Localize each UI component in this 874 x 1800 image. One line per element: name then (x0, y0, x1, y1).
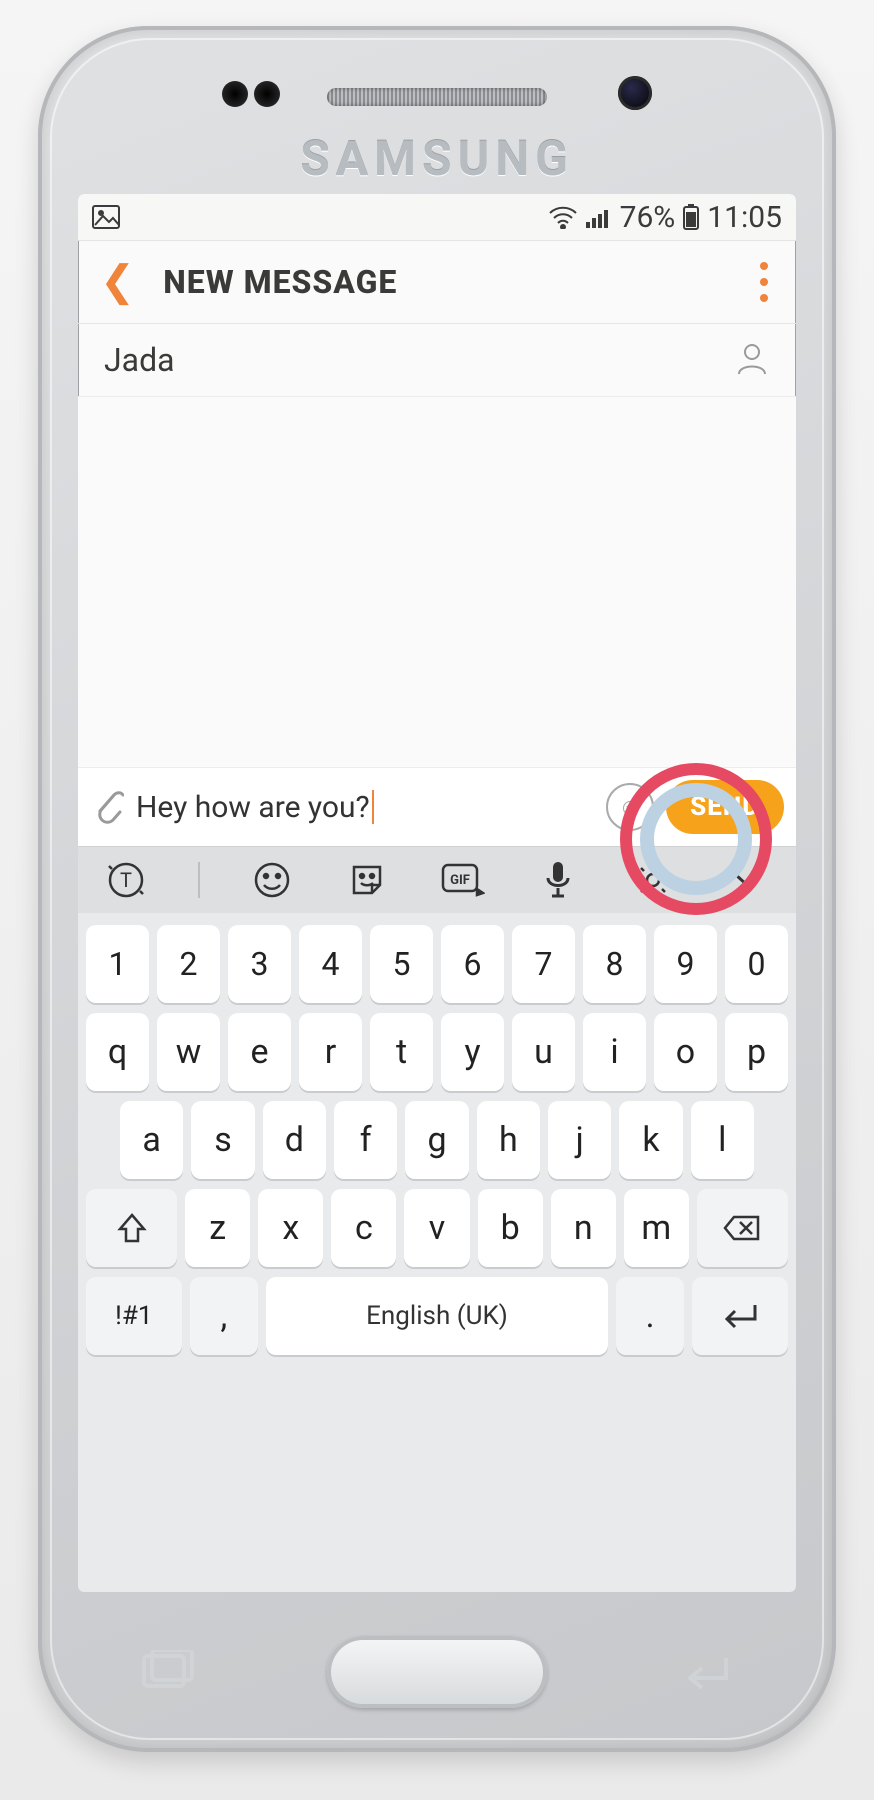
key-0[interactable]: 0 (725, 925, 788, 1003)
key-f[interactable]: f (334, 1101, 397, 1179)
key-4[interactable]: 4 (299, 925, 362, 1003)
key-b[interactable]: b (478, 1189, 543, 1267)
phone-frame: SAMSUNG 76% (38, 26, 836, 1752)
send-button[interactable]: SEND (666, 780, 784, 834)
keyboard: 1 2 3 4 5 6 7 8 9 0 q w e (78, 913, 796, 1592)
key-p[interactable]: p (725, 1013, 788, 1091)
speaker-grille (327, 88, 547, 106)
key-1[interactable]: 1 (86, 925, 149, 1003)
back-icon[interactable]: ❮ (100, 261, 135, 303)
wifi-icon (548, 205, 578, 229)
battery-icon (683, 204, 699, 230)
comma-key[interactable]: , (190, 1277, 258, 1355)
page-title: NEW MESSAGE (163, 263, 397, 301)
key-w[interactable]: w (157, 1013, 220, 1091)
more-menu-icon[interactable] (754, 256, 774, 308)
key-a[interactable]: a (120, 1101, 183, 1179)
smiley-icon[interactable] (249, 857, 295, 903)
conversation-area[interactable] (78, 397, 796, 768)
separator (198, 862, 200, 898)
message-text: Hey how are you? (136, 790, 370, 825)
key-m[interactable]: m (624, 1189, 689, 1267)
sensor-dot (254, 81, 280, 107)
back-hardware-icon[interactable] (676, 1650, 736, 1694)
expand-icon[interactable] (725, 857, 771, 903)
key-n[interactable]: n (551, 1189, 616, 1267)
key-row-numbers: 1 2 3 4 5 6 7 8 9 0 (86, 925, 788, 1003)
keyboard-toolbar: T GIF (78, 846, 796, 913)
clock-text: 11:05 (707, 200, 782, 235)
compose-row: Hey how are you? ☺ SEND (78, 768, 796, 846)
key-q[interactable]: q (86, 1013, 149, 1091)
home-button[interactable] (327, 1636, 547, 1708)
key-8[interactable]: 8 (583, 925, 646, 1003)
signal-icon (586, 206, 612, 228)
status-bar: 76% 11:05 (78, 194, 796, 241)
brand-logo: SAMSUNG (38, 130, 836, 187)
key-t[interactable]: t (370, 1013, 433, 1091)
key-s[interactable]: s (191, 1101, 254, 1179)
key-7[interactable]: 7 (512, 925, 575, 1003)
key-o[interactable]: o (654, 1013, 717, 1091)
key-2[interactable]: 2 (157, 925, 220, 1003)
key-row-bottom: !#1 , English (UK) . (86, 1277, 788, 1355)
key-3[interactable]: 3 (228, 925, 291, 1003)
key-h[interactable]: h (477, 1101, 540, 1179)
backspace-key[interactable] (697, 1189, 788, 1267)
settings-icon[interactable] (630, 857, 676, 903)
recipient-row[interactable]: Jada (78, 324, 796, 397)
symbols-key[interactable]: !#1 (86, 1277, 182, 1355)
battery-percent: 76% (620, 200, 676, 235)
key-d[interactable]: d (263, 1101, 326, 1179)
sticker-icon[interactable] (344, 857, 390, 903)
key-u[interactable]: u (512, 1013, 575, 1091)
text-cursor (372, 790, 374, 824)
attach-icon[interactable] (90, 785, 124, 829)
emoji-icon[interactable]: ☺ (606, 783, 654, 831)
period-key[interactable]: . (616, 1277, 684, 1355)
message-input[interactable]: Hey how are you? (136, 790, 594, 825)
hardware-nav (38, 1632, 836, 1712)
mic-icon[interactable] (535, 857, 581, 903)
key-z[interactable]: z (185, 1189, 250, 1267)
gif-icon[interactable]: GIF (440, 857, 486, 903)
device-mockup: SAMSUNG 76% (0, 0, 874, 1800)
screen: 76% 11:05 ❮ NEW MESSAGE (78, 194, 796, 1592)
key-row-qwerty: q w e r t y u i o p (86, 1013, 788, 1091)
key-r[interactable]: r (299, 1013, 362, 1091)
front-camera (618, 76, 652, 110)
key-y[interactable]: y (441, 1013, 504, 1091)
key-v[interactable]: v (404, 1189, 469, 1267)
enter-key[interactable] (692, 1277, 788, 1355)
app-header: ❮ NEW MESSAGE (78, 241, 796, 324)
space-key[interactable]: English (UK) (266, 1277, 608, 1355)
key-c[interactable]: c (331, 1189, 396, 1267)
recents-icon[interactable] (138, 1650, 198, 1694)
picture-icon (92, 205, 120, 229)
shift-key[interactable] (86, 1189, 177, 1267)
recipient-name: Jada (104, 341, 175, 379)
key-9[interactable]: 9 (654, 925, 717, 1003)
key-g[interactable]: g (405, 1101, 468, 1179)
key-k[interactable]: k (619, 1101, 682, 1179)
key-row-zxcv: z x c v b n m (86, 1189, 788, 1267)
svg-text:GIF: GIF (450, 873, 470, 888)
key-row-asdf: a s d f g h j k l (86, 1101, 788, 1179)
svg-text:T: T (120, 868, 132, 892)
key-6[interactable]: 6 (441, 925, 504, 1003)
text-mode-icon[interactable]: T (103, 857, 149, 903)
key-e[interactable]: e (228, 1013, 291, 1091)
key-j[interactable]: j (548, 1101, 611, 1179)
key-5[interactable]: 5 (370, 925, 433, 1003)
contact-icon[interactable] (734, 340, 770, 380)
sensor-dot (222, 81, 248, 107)
key-i[interactable]: i (583, 1013, 646, 1091)
key-l[interactable]: l (691, 1101, 754, 1179)
key-x[interactable]: x (258, 1189, 323, 1267)
